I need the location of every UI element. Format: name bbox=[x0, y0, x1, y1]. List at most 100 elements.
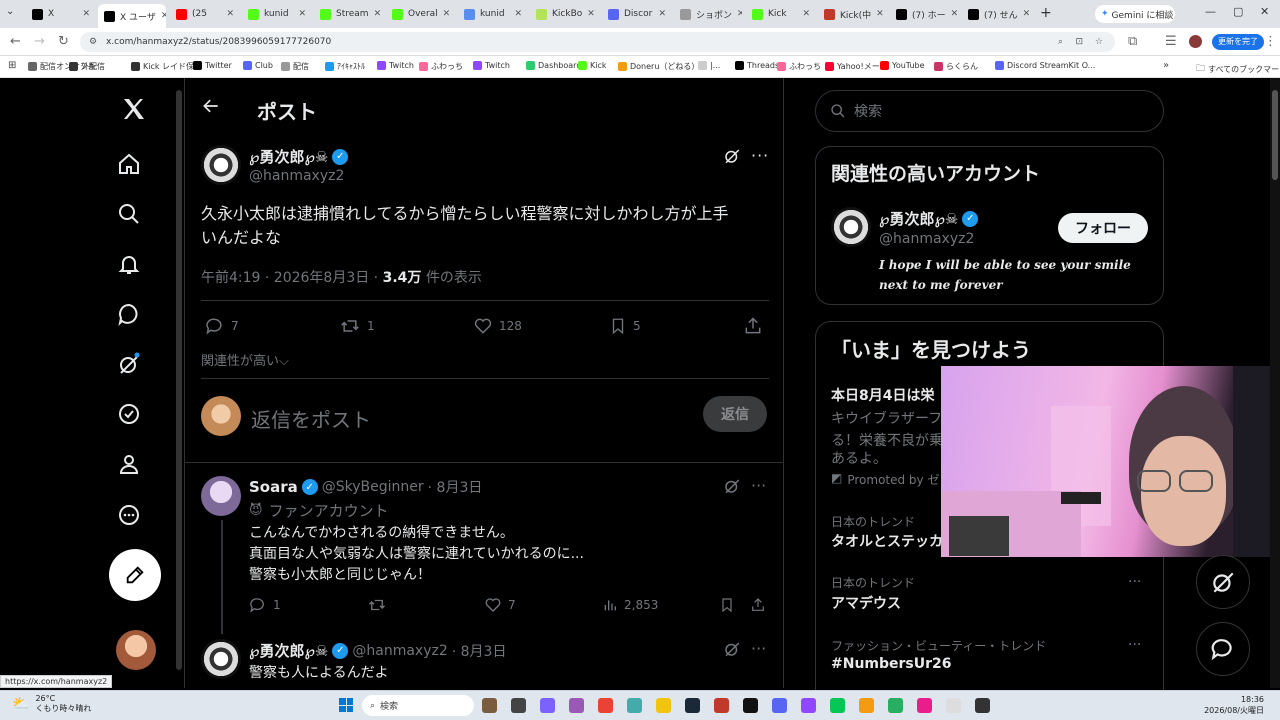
taskbar-app-icon[interactable] bbox=[714, 698, 729, 713]
close-tab-icon[interactable]: ✕ bbox=[514, 9, 526, 19]
left-scrollbar[interactable] bbox=[176, 90, 182, 670]
bookmark-item[interactable]: Dashboard bbox=[526, 61, 581, 70]
taskbar-app-icon[interactable] bbox=[685, 698, 700, 713]
close-tab-icon[interactable]: ✕ bbox=[82, 9, 94, 19]
grok-post-icon[interactable] bbox=[723, 640, 741, 662]
related-account-name[interactable]: ℘勇次郎℘☠ bbox=[879, 208, 958, 229]
grok-post-icon[interactable] bbox=[723, 147, 741, 169]
reload-icon[interactable]: ↻ bbox=[58, 34, 69, 49]
more-bookmarks-icon[interactable]: » bbox=[1163, 60, 1169, 71]
reply-author-name[interactable]: ℘勇次郎℘☠ bbox=[249, 640, 328, 661]
bookmark-item[interactable]: Twitch bbox=[377, 61, 414, 70]
account-avatar[interactable] bbox=[116, 630, 156, 670]
maximize-button[interactable]: ▢ bbox=[1233, 5, 1243, 18]
taskbar-app-icon[interactable] bbox=[482, 698, 497, 713]
browser-tab[interactable]: Kick(中 ✕ bbox=[818, 4, 886, 24]
bookmark-item[interactable]: Kick レイド保持 bbox=[131, 61, 202, 72]
tab-search-icon[interactable]: ☰ bbox=[1165, 34, 1177, 49]
taskbar-app-icon[interactable] bbox=[656, 698, 671, 713]
share-action[interactable] bbox=[743, 316, 763, 336]
taskbar-app-icon[interactable] bbox=[511, 698, 526, 713]
repost-action[interactable]: 1 bbox=[339, 316, 375, 336]
x-logo-icon[interactable] bbox=[115, 94, 153, 124]
bookmark-item[interactable]: Doneru（どねる） bbox=[618, 61, 699, 72]
reply-author-avatar[interactable] bbox=[201, 476, 241, 516]
reply-bookmark-action[interactable] bbox=[719, 596, 735, 614]
bookmark-star-icon[interactable]: ☆ bbox=[1095, 32, 1103, 52]
taskbar-app-icon[interactable] bbox=[975, 698, 990, 713]
taskbar-app-icon[interactable] bbox=[598, 698, 613, 713]
apps-grid-icon[interactable]: ⊞ bbox=[8, 60, 16, 71]
close-tab-icon[interactable]: ✕ bbox=[1023, 9, 1030, 19]
reply-author-name[interactable]: Soara bbox=[249, 478, 298, 496]
bookmark-item[interactable]: Yahoo!メール bbox=[825, 61, 888, 72]
reply-reply-action[interactable]: 1 bbox=[249, 596, 281, 614]
close-tab-icon[interactable]: ✕ bbox=[737, 9, 742, 19]
trend-more-icon[interactable]: ··· bbox=[1128, 574, 1141, 590]
bookmark-item[interactable]: |... bbox=[698, 61, 720, 70]
taskbar-app-icon[interactable] bbox=[569, 698, 584, 713]
close-tab-icon[interactable]: ✕ bbox=[298, 9, 310, 19]
related-account-avatar[interactable] bbox=[831, 207, 871, 247]
browser-menu-icon[interactable]: ⋮ bbox=[1264, 34, 1277, 49]
taskbar-app-icon[interactable] bbox=[888, 698, 903, 713]
browser-tab[interactable]: Discor ✕ bbox=[602, 4, 670, 24]
follow-button[interactable]: フォロー bbox=[1058, 213, 1148, 243]
browser-tab[interactable]: kunid ✕ bbox=[458, 4, 526, 24]
grok-post-icon[interactable] bbox=[723, 477, 741, 499]
profile-icon[interactable] bbox=[116, 451, 142, 477]
post-author-handle[interactable]: @hanmaxyz2 bbox=[249, 168, 344, 184]
reply-date[interactable]: · 8月3日 bbox=[428, 477, 483, 497]
new-tab-button[interactable]: + bbox=[1040, 5, 1052, 21]
gemini-button[interactable]: ✦ Gemini に相談 bbox=[1095, 5, 1175, 23]
reply-input[interactable]: 返信をポスト bbox=[251, 404, 371, 433]
close-tab-icon[interactable]: ✕ bbox=[658, 9, 670, 19]
browser-tab[interactable]: Stream ✕ bbox=[314, 4, 382, 24]
all-bookmarks-folder[interactable]: 🗀 すべてのブックマーク bbox=[1196, 61, 1280, 77]
messages-float-button[interactable] bbox=[1196, 622, 1250, 676]
bookmark-item[interactable]: Club bbox=[243, 61, 273, 70]
extensions-icon[interactable]: ⧉ bbox=[1128, 34, 1137, 49]
update-button[interactable]: 更新を完了 bbox=[1212, 34, 1264, 50]
taskbar-app-icon[interactable] bbox=[859, 698, 874, 713]
reply-submit-button[interactable]: 返信 bbox=[703, 396, 767, 432]
grok-slash-icon[interactable] bbox=[116, 351, 142, 377]
reply-date[interactable]: · 8月3日 bbox=[452, 641, 507, 661]
bookmark-item[interactable]: らくらん bbox=[934, 61, 978, 72]
bookmark-item[interactable]: Twitter bbox=[193, 61, 232, 70]
bookmark-item[interactable]: 外配信 bbox=[69, 61, 105, 72]
url-input[interactable]: ⚙ x.com/hanmaxyz2/status/208399605917772… bbox=[80, 32, 1115, 52]
reply-share-action[interactable] bbox=[750, 596, 766, 614]
browser-tab[interactable]: (7) ホー ✕ bbox=[890, 4, 958, 24]
post-author-name[interactable]: ℘勇次郎℘☠ bbox=[249, 146, 328, 167]
browser-tab[interactable]: X ✕ bbox=[26, 4, 94, 24]
install-app-icon[interactable]: ⊡ bbox=[1075, 32, 1083, 52]
reply-author-avatar[interactable] bbox=[201, 639, 241, 679]
forward-arrow-icon[interactable]: → bbox=[34, 34, 45, 49]
close-window-button[interactable]: ✕ bbox=[1260, 5, 1269, 18]
taskbar-app-icon[interactable] bbox=[917, 698, 932, 713]
start-button[interactable] bbox=[339, 698, 353, 712]
close-tab-icon[interactable]: ✕ bbox=[161, 11, 166, 21]
bookmark-item[interactable]: YouTube bbox=[880, 61, 925, 70]
close-tab-icon[interactable]: ✕ bbox=[443, 9, 454, 19]
tab-list-button[interactable]: ⌄ bbox=[6, 6, 20, 20]
browser-tab[interactable]: (25 ✕ bbox=[170, 4, 238, 24]
taskbar-app-icon[interactable] bbox=[772, 698, 787, 713]
reply-more-icon[interactable]: ··· bbox=[751, 639, 766, 658]
close-tab-icon[interactable]: ✕ bbox=[587, 9, 598, 19]
taskbar-app-icon[interactable] bbox=[540, 698, 555, 713]
zoom-icon[interactable]: ⌕ bbox=[1058, 32, 1063, 52]
taskbar-app-icon[interactable] bbox=[946, 698, 961, 713]
bookmark-item[interactable]: Discord StreamKit O... bbox=[995, 61, 1095, 70]
bookmark-item[interactable]: 配信 bbox=[281, 61, 309, 72]
close-tab-icon[interactable]: ✕ bbox=[802, 9, 814, 19]
bookmark-action[interactable]: 5 bbox=[609, 316, 641, 336]
browser-tab[interactable]: ショポン ✕ bbox=[674, 4, 742, 24]
reply-action[interactable]: 7 bbox=[205, 316, 239, 336]
trend-more-icon[interactable]: ··· bbox=[1128, 637, 1141, 653]
post-timestamp[interactable]: 午前4:19 · 2026年8月3日 · bbox=[201, 270, 383, 286]
post-author-avatar[interactable] bbox=[201, 145, 241, 185]
bookmark-item[interactable]: ｱｲｷｬｽﾄﾙ bbox=[325, 61, 365, 72]
browser-tab[interactable]: kunid ✕ bbox=[242, 4, 310, 24]
